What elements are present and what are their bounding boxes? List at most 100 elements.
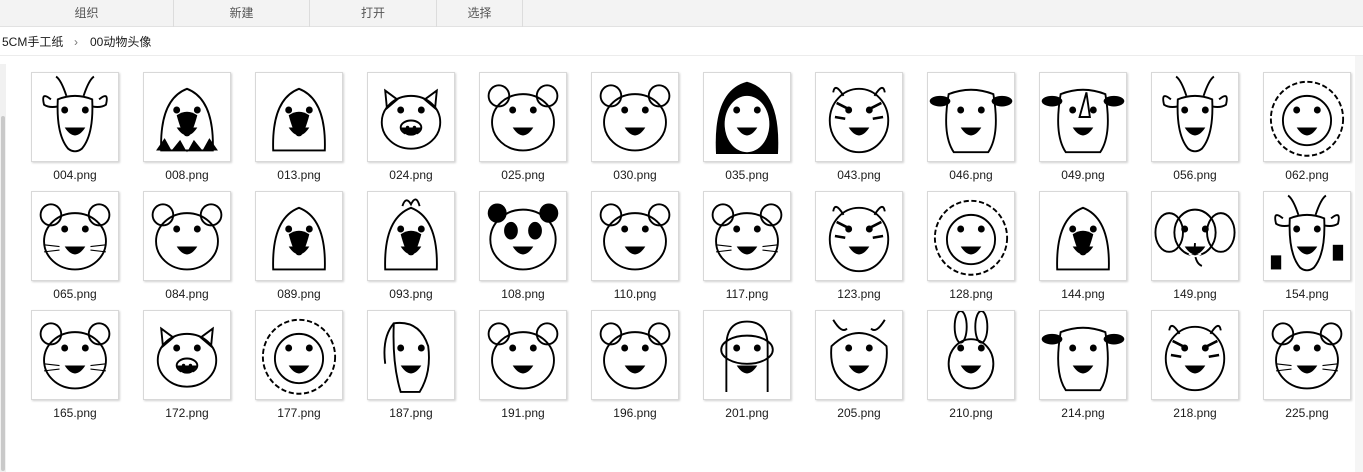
horse-head-icon — [367, 310, 455, 400]
file-name: 205.png — [837, 406, 881, 420]
breadcrumb: 5CM手工纸 › 00动物头像 — [0, 28, 1363, 56]
file-item[interactable]: 172.png — [137, 306, 237, 424]
deer-head-icon — [1151, 72, 1239, 162]
file-name: 218.png — [1173, 406, 1217, 420]
file-item[interactable]: 062.png — [1257, 68, 1357, 186]
antelope-head-icon — [31, 72, 119, 162]
file-item[interactable]: 024.png — [361, 68, 461, 186]
file-item[interactable]: 205.png — [809, 306, 909, 424]
toolbar-new-label: 新建 — [229, 6, 254, 20]
file-item[interactable]: 165.png — [25, 306, 125, 424]
file-item[interactable]: 108.png — [473, 187, 573, 305]
rooster-head-icon — [367, 191, 455, 281]
penguin-head-icon — [703, 72, 791, 162]
chevron-right-icon[interactable]: › — [74, 28, 78, 56]
toolbar-open[interactable]: 打开 — [310, 0, 437, 27]
file-item[interactable]: 128.png — [921, 187, 1021, 305]
file-name: 165.png — [53, 406, 97, 420]
file-item[interactable]: 117.png — [697, 187, 797, 305]
breadcrumb-item-current[interactable]: 00动物头像 — [90, 28, 151, 56]
file-name: 214.png — [1061, 406, 1105, 420]
file-name: 108.png — [501, 287, 545, 301]
tiger-head-icon — [1151, 310, 1239, 400]
file-item[interactable]: 089.png — [249, 187, 349, 305]
file-name: 024.png — [389, 168, 433, 182]
cow-head-icon — [1039, 310, 1127, 400]
toolbar-select-label: 选择 — [467, 6, 492, 20]
file-name: 004.png — [53, 168, 97, 182]
piglet-head-icon — [143, 310, 231, 400]
file-item[interactable]: 214.png — [1033, 306, 1133, 424]
toolbar-new[interactable]: 新建 — [174, 0, 310, 27]
file-name: 056.png — [1173, 168, 1217, 182]
leopard-head-icon — [815, 191, 903, 281]
file-item[interactable]: 093.png — [361, 187, 461, 305]
hippo-head-icon — [927, 72, 1015, 162]
file-item[interactable]: 144.png — [1033, 187, 1133, 305]
file-item[interactable]: 043.png — [809, 68, 909, 186]
eagle-head-icon — [143, 72, 231, 162]
hedgehog-head-icon — [1263, 72, 1351, 162]
file-item[interactable]: 110.png — [585, 187, 685, 305]
file-item[interactable]: 187.png — [361, 306, 461, 424]
file-name: 187.png — [389, 406, 433, 420]
zebra-head-icon — [815, 72, 903, 162]
file-item[interactable]: 049.png — [1033, 68, 1133, 186]
file-item[interactable]: 225.png — [1257, 306, 1357, 424]
file-item[interactable]: 149.png — [1145, 187, 1245, 305]
file-name: 128.png — [949, 287, 993, 301]
file-name: 008.png — [165, 168, 209, 182]
file-item[interactable]: 025.png — [473, 68, 573, 186]
chimp-head-icon — [479, 310, 567, 400]
file-name: 149.png — [1173, 287, 1217, 301]
gorilla-head-icon — [479, 72, 567, 162]
file-name: 084.png — [165, 287, 209, 301]
file-name: 013.png — [277, 168, 321, 182]
file-name: 196.png — [613, 406, 657, 420]
file-item[interactable]: 004.png — [25, 68, 125, 186]
toolbar-organize[interactable]: 组织 — [0, 0, 174, 27]
breadcrumb-item-parent[interactable]: 5CM手工纸 — [2, 28, 63, 56]
file-item[interactable]: 056.png — [1145, 68, 1245, 186]
file-item[interactable]: 123.png — [809, 187, 909, 305]
file-item[interactable]: 013.png — [249, 68, 349, 186]
monkey-head-icon — [591, 72, 679, 162]
poodle-head-icon — [255, 310, 343, 400]
file-item[interactable]: 210.png — [921, 306, 1021, 424]
file-name: 093.png — [389, 287, 433, 301]
file-item[interactable]: 196.png — [585, 306, 685, 424]
file-item[interactable]: 201.png — [697, 306, 797, 424]
file-name: 201.png — [725, 406, 769, 420]
file-item[interactable]: 008.png — [137, 68, 237, 186]
file-name: 025.png — [501, 168, 545, 182]
rabbit-head-icon — [927, 310, 1015, 400]
toolbar-select[interactable]: 选择 — [437, 0, 523, 27]
file-name: 035.png — [725, 168, 769, 182]
file-name: 177.png — [277, 406, 321, 420]
left-scrollbar[interactable] — [0, 64, 6, 472]
file-item[interactable]: 035.png — [697, 68, 797, 186]
file-name: 110.png — [613, 287, 657, 301]
file-item[interactable]: 218.png — [1145, 306, 1245, 424]
file-name: 117.png — [725, 287, 769, 301]
hamster-head-icon — [31, 191, 119, 281]
file-item[interactable]: 065.png — [25, 187, 125, 305]
file-name: 089.png — [277, 287, 321, 301]
lion-head-icon — [927, 191, 1015, 281]
fox-head-icon — [703, 191, 791, 281]
mouse-head-icon — [1263, 310, 1351, 400]
left-scrollbar-thumb[interactable] — [1, 116, 5, 471]
file-item[interactable]: 177.png — [249, 306, 349, 424]
file-item[interactable]: 154.png — [1257, 187, 1357, 305]
file-item[interactable]: 191.png — [473, 306, 573, 424]
bear-cub-head-icon — [591, 191, 679, 281]
file-item[interactable]: 046.png — [921, 68, 1021, 186]
file-name: 062.png — [1285, 168, 1329, 182]
file-name: 191.png — [501, 406, 545, 420]
elephant-head-icon — [1151, 191, 1239, 281]
file-item[interactable]: 084.png — [137, 187, 237, 305]
sheep-head-icon — [591, 310, 679, 400]
cat-head-icon — [31, 310, 119, 400]
file-item[interactable]: 030.png — [585, 68, 685, 186]
dragon-head-icon — [815, 310, 903, 400]
